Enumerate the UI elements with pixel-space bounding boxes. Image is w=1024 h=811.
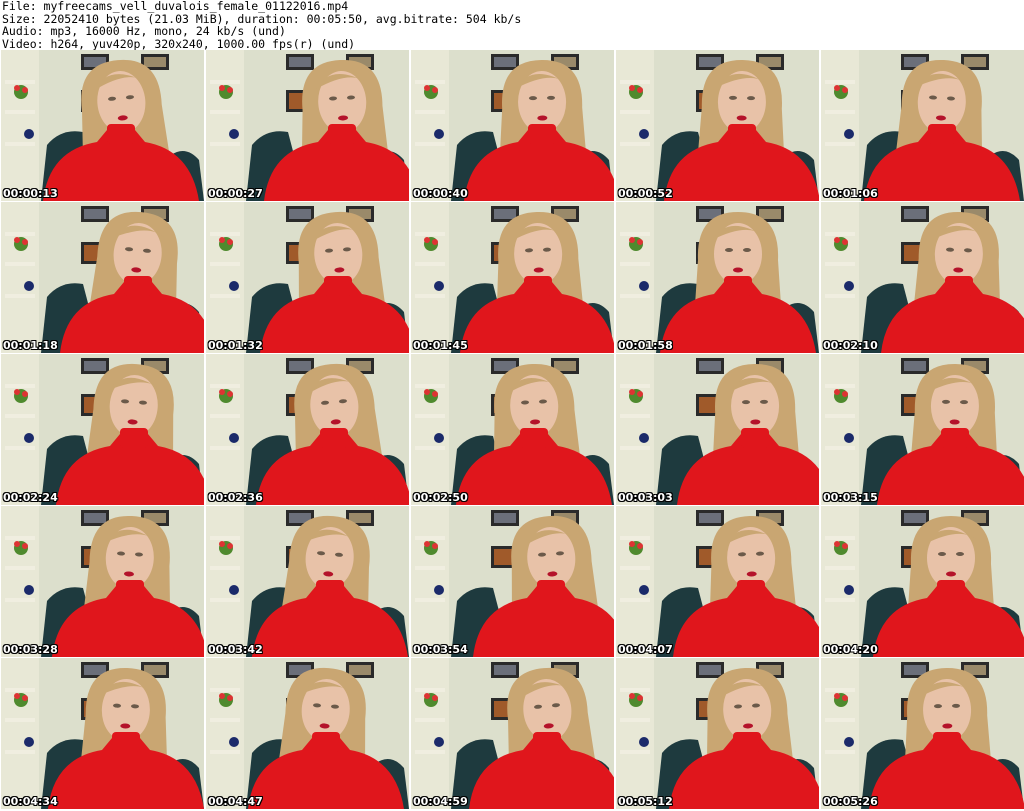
video-info-line: Video: h264, yuv420p, 320x240, 1000.00 f… [2,36,356,51]
webcam-frame [821,658,1024,809]
webcam-frame [1,202,204,353]
webcam-frame [411,202,614,353]
webcam-frame [616,202,819,353]
timestamp-label: 00:05:26 [823,795,878,808]
video-thumbnail: 00:01:18 [1,202,204,353]
video-thumbnail: 00:04:47 [206,658,409,809]
video-thumbnail: 00:03:28 [1,506,204,657]
timestamp-label: 00:03:03 [618,491,673,504]
video-thumbnail: 00:00:13 [1,50,204,201]
video-thumbnail: 00:00:52 [616,50,819,201]
webcam-frame [616,354,819,505]
video-thumbnail: 00:03:15 [821,354,1024,505]
timestamp-label: 00:02:50 [413,491,468,504]
video-thumbnail: 00:01:58 [616,202,819,353]
webcam-frame [1,50,204,201]
timestamp-label: 00:04:34 [3,795,58,808]
timestamp-label: 00:04:47 [208,795,263,808]
video-thumbnail: 00:03:03 [616,354,819,505]
timestamp-label: 00:02:10 [823,339,878,352]
webcam-frame [411,658,614,809]
webcam-frame [821,506,1024,657]
webcam-frame [206,658,409,809]
timestamp-label: 00:00:27 [208,187,263,200]
timestamp-label: 00:03:54 [413,643,468,656]
video-thumbnail: 00:05:12 [616,658,819,809]
timestamp-label: 00:01:06 [823,187,878,200]
file-info-header: File: myfreecams_vell_duvalois_female_01… [0,0,1024,50]
video-thumbnail: 00:00:27 [206,50,409,201]
webcam-frame [206,354,409,505]
timestamp-label: 00:02:24 [3,491,58,504]
video-thumbnail: 00:04:07 [616,506,819,657]
timestamp-label: 00:04:59 [413,795,468,808]
timestamp-label: 00:02:36 [208,491,263,504]
webcam-frame [411,506,614,657]
webcam-frame [616,50,819,201]
video-thumbnail: 00:03:42 [206,506,409,657]
timestamp-label: 00:01:58 [618,339,673,352]
webcam-frame [206,506,409,657]
timestamp-label: 00:05:12 [618,795,673,808]
timestamp-label: 00:00:52 [618,187,673,200]
timestamp-label: 00:01:32 [208,339,263,352]
timestamp-label: 00:00:13 [3,187,58,200]
timestamp-label: 00:04:20 [823,643,878,656]
timestamp-label: 00:04:07 [618,643,673,656]
video-thumbnail: 00:01:45 [411,202,614,353]
video-thumbnail: 00:01:32 [206,202,409,353]
timestamp-label: 00:01:18 [3,339,58,352]
timestamp-label: 00:03:42 [208,643,263,656]
webcam-frame [206,50,409,201]
video-thumbnail: 00:04:59 [411,658,614,809]
video-thumbnail: 00:04:34 [1,658,204,809]
video-thumbnail: 00:00:40 [411,50,614,201]
webcam-frame [1,354,204,505]
timestamp-label: 00:03:28 [3,643,58,656]
timestamp-label: 00:00:40 [413,187,468,200]
webcam-frame [821,354,1024,505]
file-name-line: File: myfreecams_vell_duvalois_female_01… [2,0,349,13]
webcam-frame [821,202,1024,353]
webcam-frame [1,506,204,657]
video-thumbnail: 00:03:54 [411,506,614,657]
video-thumbnail: 00:04:20 [821,506,1024,657]
webcam-frame [1,658,204,809]
webcam-frame [411,354,614,505]
webcam-frame [616,658,819,809]
thumbnail-grid: 00:00:13 00:00:27 00:00:40 00:00:52 00:01:06… [1,50,1024,810]
video-thumbnail: 00:02:10 [821,202,1024,353]
video-thumbnail: 00:02:36 [206,354,409,505]
video-thumbnail: 00:05:26 [821,658,1024,809]
webcam-frame [616,506,819,657]
timestamp-label: 00:01:45 [413,339,468,352]
video-thumbnail: 00:02:24 [1,354,204,505]
audio-info-line: Audio: mp3, 16000 Hz, mono, 24 kb/s (und… [2,24,286,38]
timestamp-label: 00:03:15 [823,491,878,504]
video-thumbnail: 00:01:06 [821,50,1024,201]
webcam-frame [411,50,614,201]
video-thumbnail: 00:02:50 [411,354,614,505]
webcam-frame [821,50,1024,201]
webcam-frame [206,202,409,353]
